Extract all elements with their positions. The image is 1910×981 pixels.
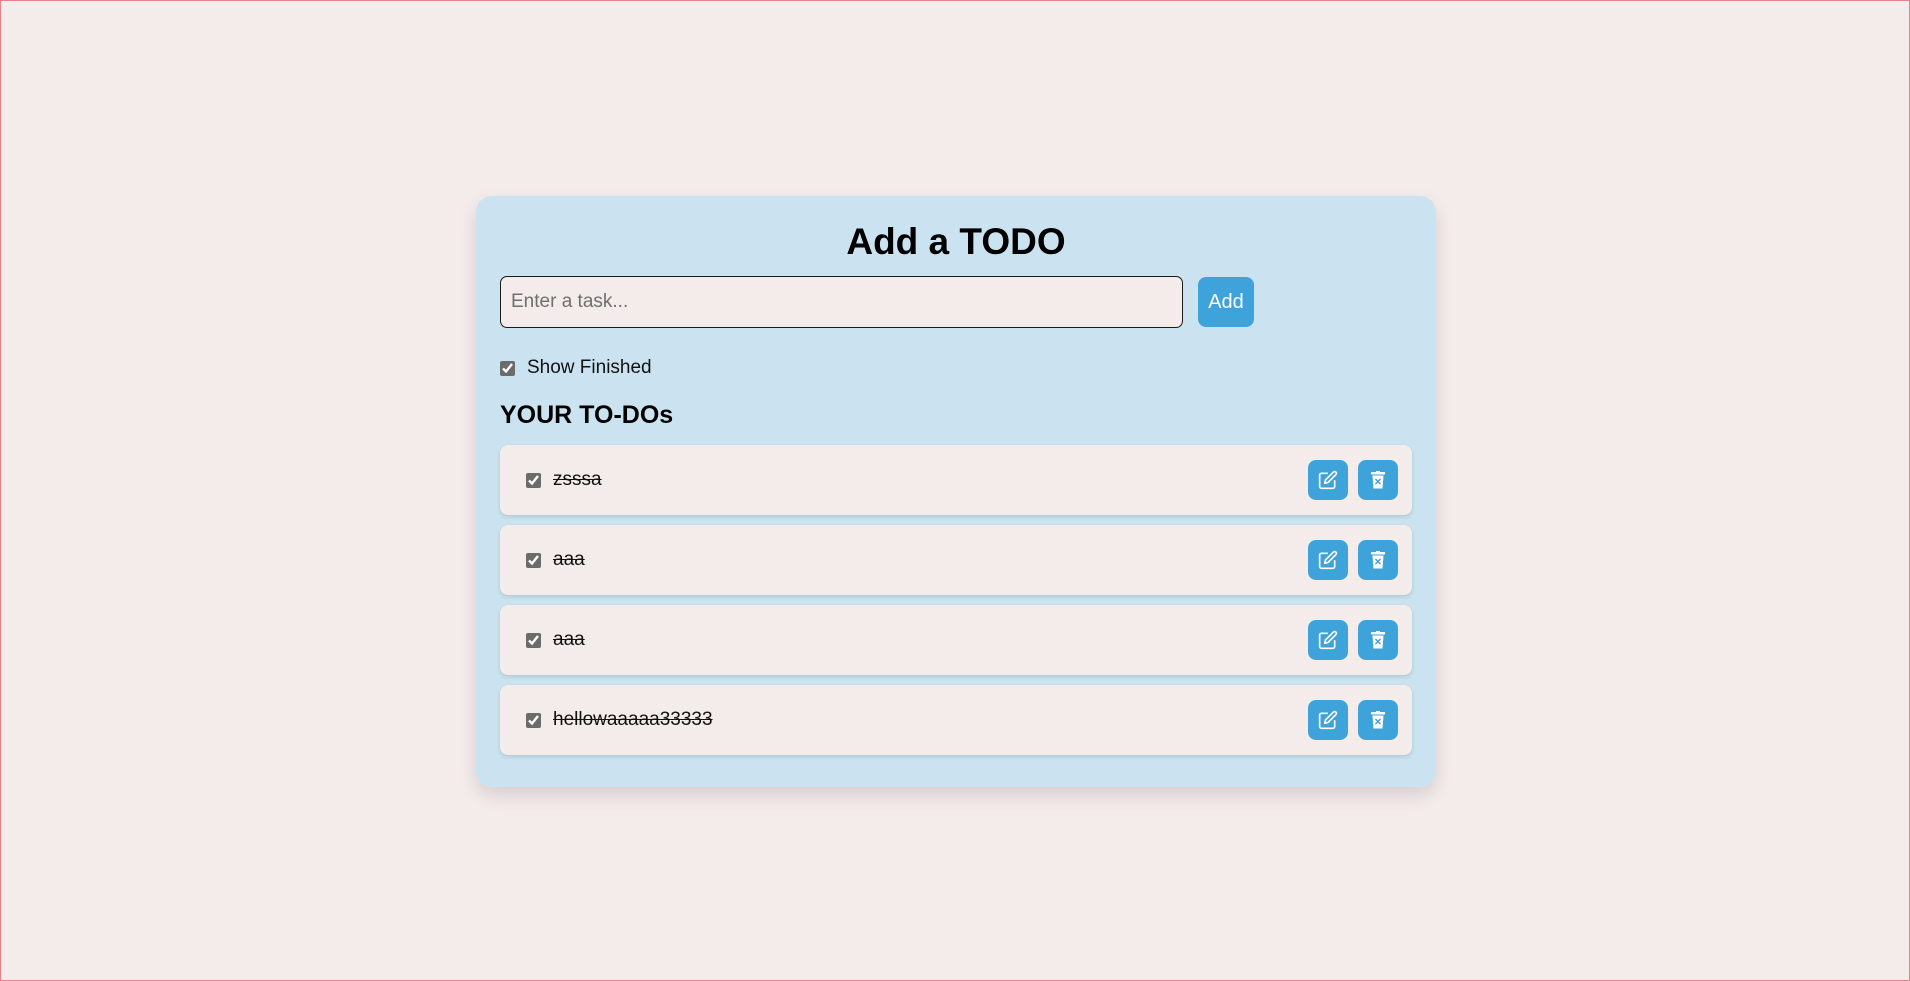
todo-card: Add a TODO Add Show Finished YOUR TO-DOs… [476, 196, 1436, 787]
page-title: Add a TODO [846, 221, 1066, 262]
edit-button[interactable] [1308, 700, 1348, 740]
delete-icon [1371, 631, 1385, 649]
todo-done-checkbox[interactable] [526, 712, 541, 728]
edit-icon [1318, 630, 1338, 650]
edit-button[interactable] [1308, 620, 1348, 660]
delete-icon [1371, 471, 1385, 489]
delete-button[interactable] [1358, 460, 1398, 500]
edit-icon [1318, 470, 1338, 490]
todo-text: hellowaaaaa33333 [553, 709, 713, 730]
show-finished-toggle: Show Finished [500, 357, 1412, 378]
todo-text: aaa [553, 549, 585, 570]
todo-item: aaa [500, 605, 1412, 675]
todo-done-checkbox[interactable] [526, 632, 541, 648]
todo-item: hellowaaaaa33333 [500, 685, 1412, 755]
todo-section-title: YOUR TO-DOs [500, 401, 674, 429]
todo-done-checkbox[interactable] [526, 472, 541, 488]
add-task-form: Add [500, 276, 1412, 328]
todo-done-checkbox[interactable] [526, 552, 541, 568]
delete-icon [1371, 711, 1385, 729]
todo-item: aaa [500, 525, 1412, 595]
delete-button[interactable] [1358, 540, 1398, 580]
todo-text: zsssa [553, 469, 602, 490]
edit-icon [1318, 550, 1338, 570]
todo-item: zsssa [500, 445, 1412, 515]
show-finished-checkbox[interactable] [500, 360, 515, 376]
edit-button[interactable] [1308, 540, 1348, 580]
delete-icon [1371, 551, 1385, 569]
todo-list: zsssa aaa aaa hellowaaaaa33333 [500, 445, 1412, 755]
edit-button[interactable] [1308, 460, 1348, 500]
edit-icon [1318, 710, 1338, 730]
add-button[interactable]: Add [1198, 277, 1254, 327]
delete-button[interactable] [1358, 700, 1398, 740]
task-input[interactable] [500, 276, 1183, 328]
show-finished-label: Show Finished [527, 357, 652, 378]
todo-text: aaa [553, 629, 585, 650]
delete-button[interactable] [1358, 620, 1398, 660]
